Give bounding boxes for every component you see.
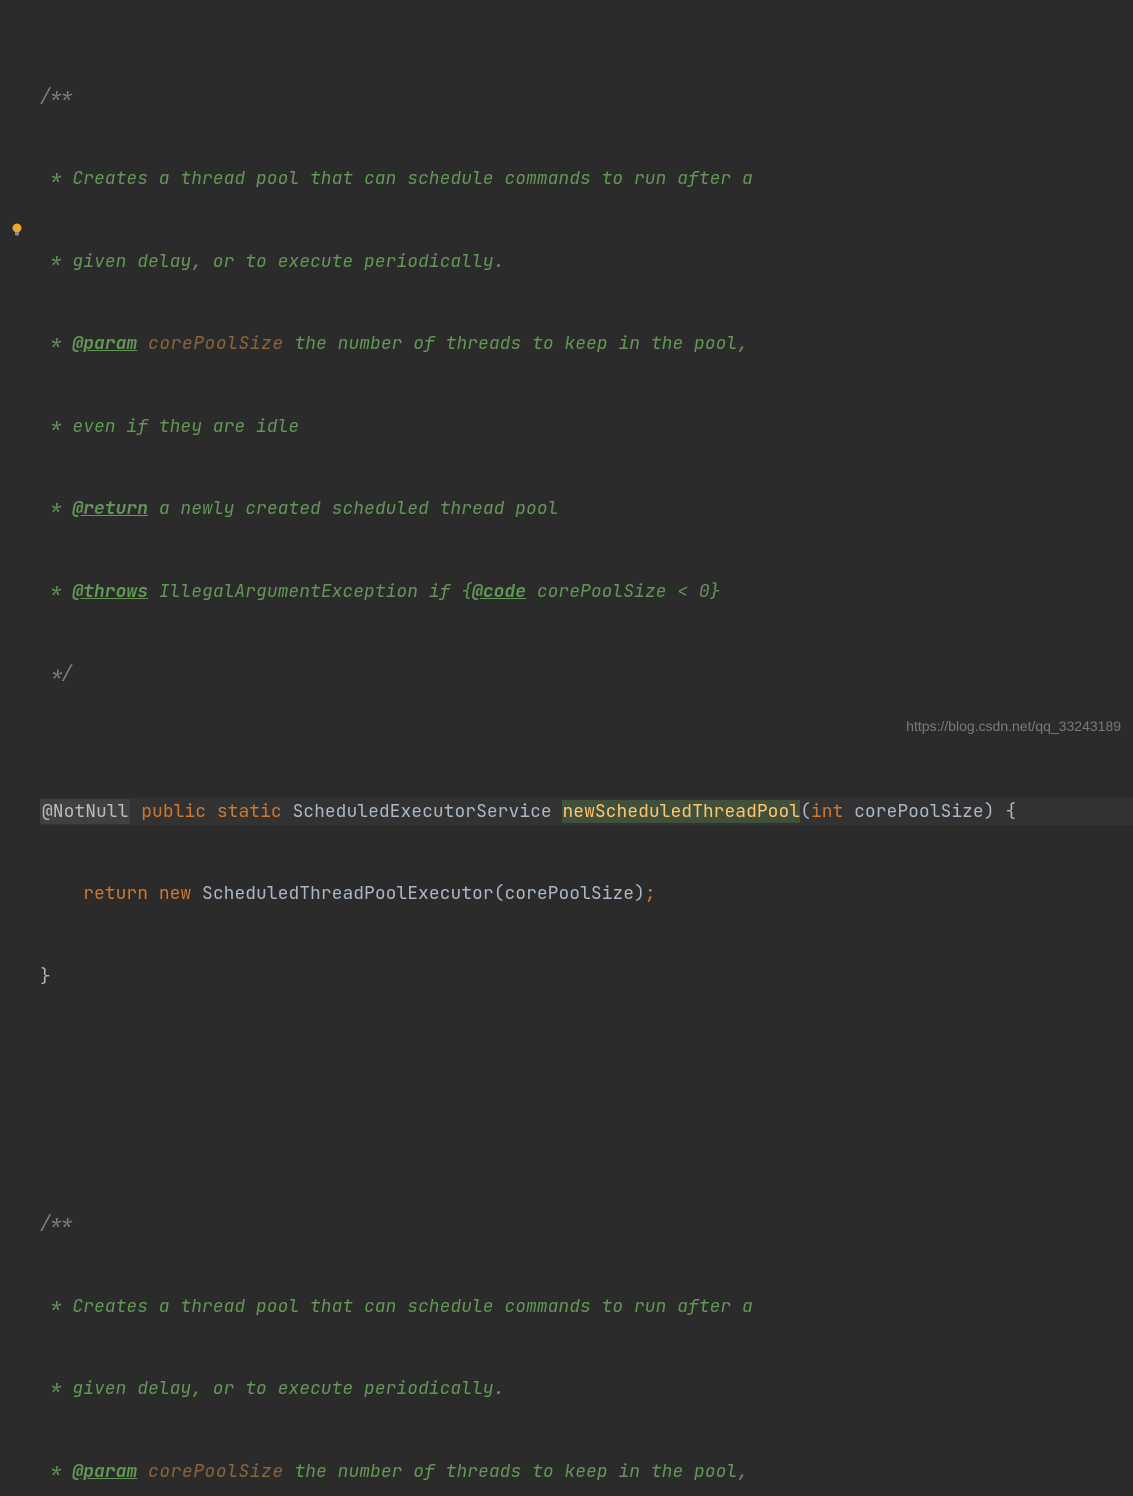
code-line[interactable]: * @return a newly created scheduled thre… [40,495,1133,523]
javadoc-throws-tag: @throws [72,580,148,603]
method-name: newScheduledThreadPool [562,800,800,823]
code-line[interactable]: /** [40,83,1133,111]
lightbulb-icon[interactable] [9,219,25,235]
javadoc-close: */ [40,662,72,685]
watermark-text: https://blog.csdn.net/qq_33243189 [906,713,1121,741]
code-area[interactable]: /** * Creates a thread pool that can sch… [40,0,1133,748]
javadoc-code-tag: @code [472,580,526,603]
javadoc-text: * given delay, or to execute periodicall… [40,1377,504,1400]
kw-return: return [83,882,148,905]
javadoc-text: the number of threads to keep in the poo… [284,332,748,355]
javadoc-param-name: corePoolSize [148,1460,284,1483]
javadoc-prefix: * [40,497,72,520]
code-line[interactable]: * given delay, or to execute periodicall… [40,1375,1133,1403]
javadoc-text: * Creates a thread pool that can schedul… [40,1295,753,1318]
javadoc-text: * Creates a thread pool that can schedul… [40,167,753,190]
code-line[interactable]: * even if they are idle [40,413,1133,441]
javadoc-text: the number of threads to keep in the poo… [284,1460,748,1483]
javadoc-prefix: * [40,332,72,355]
return-type: ScheduledExecutorService [292,800,551,823]
annotation-notnull: @NotNull [40,799,130,824]
brace-close: } [40,965,51,988]
code-line[interactable]: * @param corePoolSize the number of thre… [40,330,1133,358]
kw-public: public [141,800,206,823]
kw-int: int [811,800,843,823]
code-line[interactable]: * @param corePoolSize the number of thre… [40,1458,1133,1486]
javadoc-text: IllegalArgumentException if { [148,580,472,603]
javadoc-param-tag: @param [72,332,137,355]
javadoc-return-tag: @return [72,497,148,520]
code-line[interactable]: */ [40,660,1133,688]
javadoc-text: * even if they are idle [40,415,299,438]
code-line[interactable]: * given delay, or to execute periodicall… [40,248,1133,276]
arg: corePoolSize [504,882,634,905]
constructor: ScheduledThreadPoolExecutor [202,882,494,905]
javadoc-param-name: corePoolSize [148,332,284,355]
gutter [0,0,40,748]
code-line[interactable]: * Creates a thread pool that can schedul… [40,1293,1133,1321]
code-line[interactable]: /** [40,1210,1133,1238]
javadoc-text: a newly created scheduled thread pool [148,497,558,520]
kw-new: new [159,882,191,905]
param: corePoolSize [854,800,984,823]
code-line-blank[interactable] [40,1073,1133,1101]
code-line[interactable]: * @throws IllegalArgumentException if {@… [40,578,1133,606]
code-line-active[interactable]: @NotNull public static ScheduledExecutor… [40,798,1133,826]
code-line[interactable]: return new ScheduledThreadPoolExecutor(c… [40,880,1133,908]
javadoc-prefix: * [40,1460,72,1483]
kw-static: static [217,800,282,823]
code-line[interactable]: } [40,963,1133,991]
code-editor[interactable]: /** * Creates a thread pool that can sch… [0,0,1133,748]
javadoc-text: * given delay, or to execute periodicall… [40,250,504,273]
javadoc-text: corePoolSize < 0} [526,580,720,603]
code-line[interactable]: * Creates a thread pool that can schedul… [40,165,1133,193]
javadoc-prefix: * [40,580,72,603]
javadoc-param-tag: @param [72,1460,137,1483]
javadoc-open: /** [40,1212,72,1235]
javadoc-open: /** [40,85,72,108]
